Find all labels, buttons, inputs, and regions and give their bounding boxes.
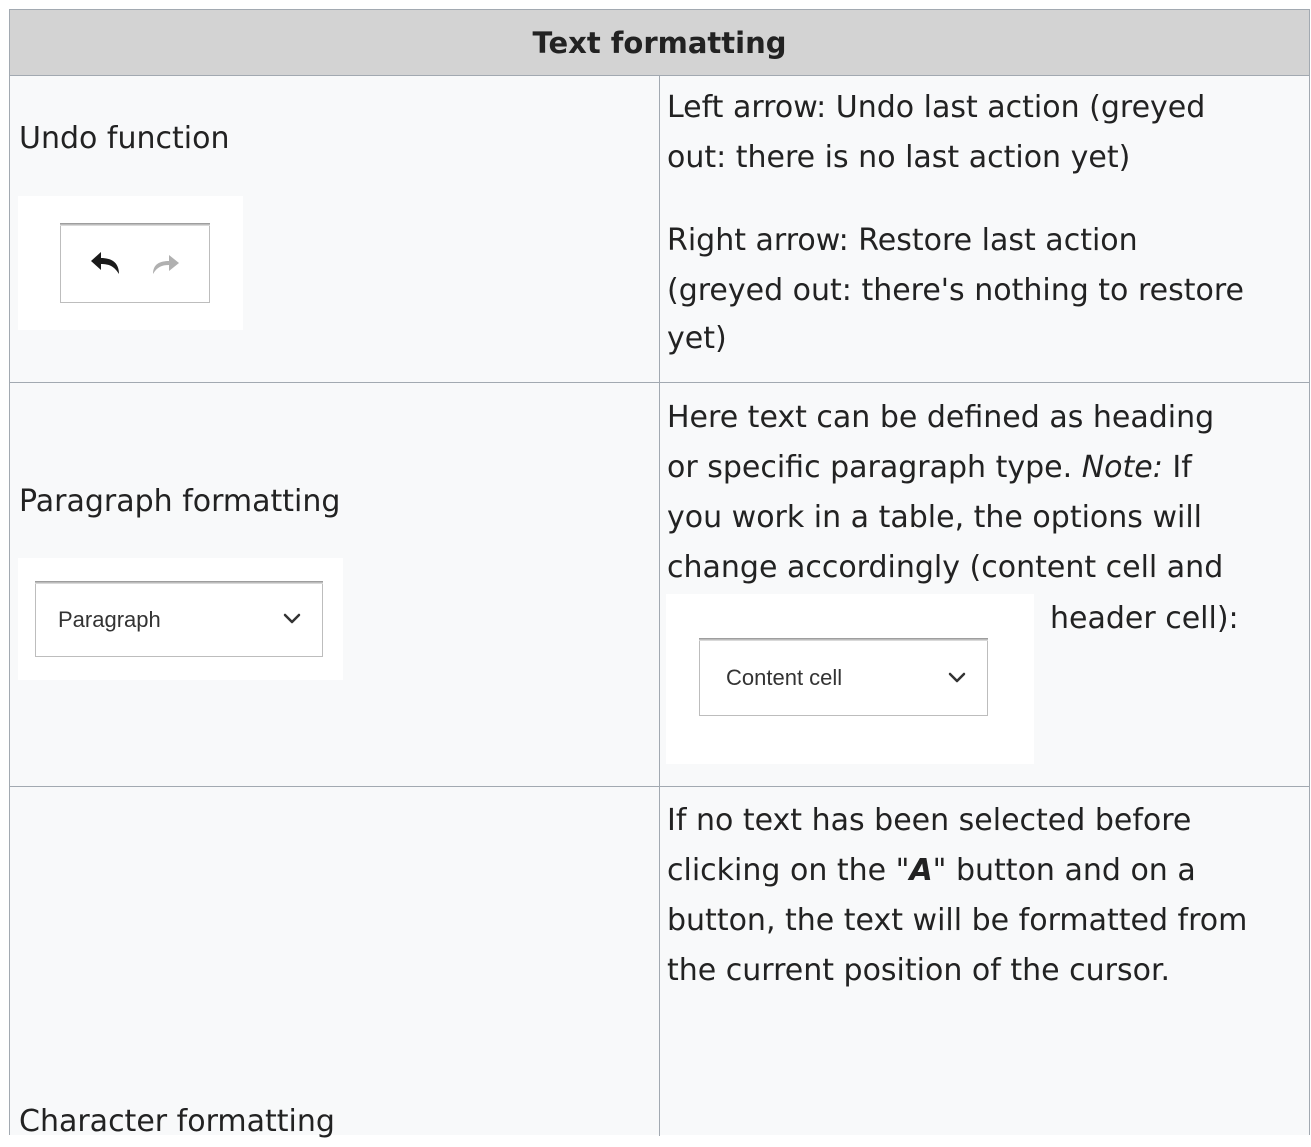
table-header: Text formatting <box>10 10 1309 76</box>
feature-label-undo: Undo function <box>19 121 230 156</box>
table-title: Text formatting <box>532 25 787 60</box>
paragraph-dropdown-label: Paragraph <box>58 607 161 632</box>
feature-label-character: Character formatting <box>19 1104 335 1139</box>
row-divider <box>10 786 1309 787</box>
content-cell-dropdown-image: Content cell <box>666 594 1034 764</box>
paragraph-dropdown-image: Paragraph <box>18 558 343 680</box>
undo-toolbar-image <box>18 196 243 330</box>
text-formatting-table: Text formatting Undo function Left arrow… <box>9 9 1310 1139</box>
column-divider <box>659 76 660 1136</box>
font-color-a-icon: A <box>909 853 933 888</box>
row-divider <box>10 382 1309 383</box>
undo-description: Left arrow: Undo last action (greyed out… <box>667 90 1206 175</box>
undo-arrow-icon <box>91 252 119 274</box>
chevron-down-icon <box>948 672 966 683</box>
chevron-down-icon <box>283 613 301 624</box>
paragraph-description: Here text can be defined as heading or s… <box>667 400 1224 585</box>
redo-description: Right arrow: Restore last action (greyed… <box>667 223 1244 356</box>
content-cell-dropdown-label: Content cell <box>726 665 843 690</box>
feature-label-paragraph: Paragraph formatting <box>19 484 341 519</box>
redo-arrow-icon <box>153 255 179 274</box>
paragraph-description-end: header cell): <box>1050 601 1239 636</box>
character-description: If no text has been selected before clic… <box>667 803 1248 988</box>
